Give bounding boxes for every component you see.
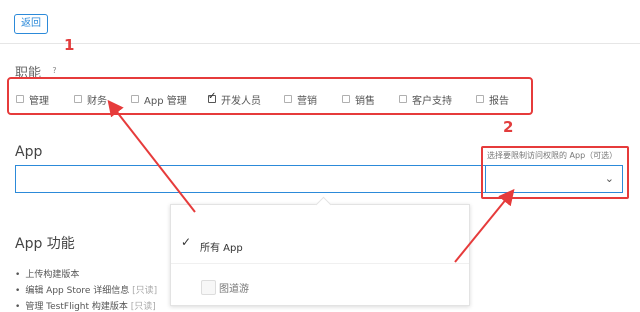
checkbox-icon[interactable]	[16, 95, 24, 103]
dropdown-item-all-apps[interactable]: ✓ 所有 App	[171, 227, 469, 264]
role-checkbox-finance[interactable]: 财务	[74, 93, 107, 107]
help-icon[interactable]: ?	[50, 66, 59, 75]
chevron-down-icon: ⌄	[604, 172, 614, 185]
role-label: 报告	[489, 95, 509, 107]
checkbox-icon[interactable]	[342, 95, 350, 103]
bullet-icon: •	[15, 286, 21, 296]
role-checkbox-app-manager[interactable]: App 管理	[131, 93, 187, 107]
bullet-icon: •	[15, 270, 21, 280]
role-label: 客户支持	[412, 95, 452, 107]
dropdown-item-label: 所有 App	[200, 243, 243, 254]
app-dropdown-menu: ✓ 所有 App 图道游	[170, 204, 470, 306]
back-button[interactable]: 返回	[14, 14, 48, 34]
role-label: 开发人员	[221, 95, 261, 107]
arrow-to-roles	[107, 99, 196, 213]
role-checkbox-management[interactable]: 管理	[16, 93, 49, 107]
annotation-number-2: 2	[503, 118, 514, 136]
role-label: 管理	[29, 95, 49, 107]
role-checkbox-customer-support[interactable]: 客户支持	[399, 93, 452, 107]
dropdown-item-app[interactable]: 图道游	[171, 269, 469, 305]
feature-item: • 上传构建版本	[15, 267, 79, 280]
feature-item: • 管理 TestFlight 构建版本 [只读]	[15, 299, 156, 312]
role-label: 营销	[297, 95, 317, 107]
app-features-title: App 功能	[15, 236, 75, 252]
checkbox-icon[interactable]	[399, 95, 407, 103]
annotation-number-1: 1	[64, 36, 75, 54]
app-section-label: App	[15, 144, 43, 160]
checkbox-icon[interactable]	[131, 95, 139, 103]
app-thumbnail-icon	[201, 280, 216, 295]
role-label: App 管理	[144, 95, 187, 107]
app-input-field[interactable]	[15, 165, 485, 193]
checkbox-icon[interactable]	[74, 95, 82, 103]
feature-item: • 编辑 App Store 详细信息 [只读]	[15, 283, 157, 296]
role-checkbox-developer[interactable]: 开发人员	[208, 91, 261, 107]
role-checkbox-sales[interactable]: 销售	[342, 93, 375, 107]
checkbox-icon[interactable]	[476, 95, 484, 103]
dropdown-item-label: 图道游	[219, 284, 249, 295]
role-checkbox-reports[interactable]: 报告	[476, 93, 509, 107]
checkbox-checked-icon[interactable]	[208, 91, 216, 103]
checkbox-icon[interactable]	[284, 95, 292, 103]
feature-label: 编辑 App Store 详细信息	[25, 286, 130, 296]
top-bar: 返回	[0, 0, 640, 44]
role-label: 销售	[355, 95, 375, 107]
role-checkbox-marketing[interactable]: 营销	[284, 93, 317, 107]
feature-label: 上传构建版本	[25, 270, 80, 280]
app-select-dropdown[interactable]: ⌄	[485, 165, 623, 193]
checkmark-icon: ✓	[181, 235, 192, 249]
role-label: 财务	[87, 95, 107, 107]
read-only-tag: [只读]	[132, 286, 158, 296]
